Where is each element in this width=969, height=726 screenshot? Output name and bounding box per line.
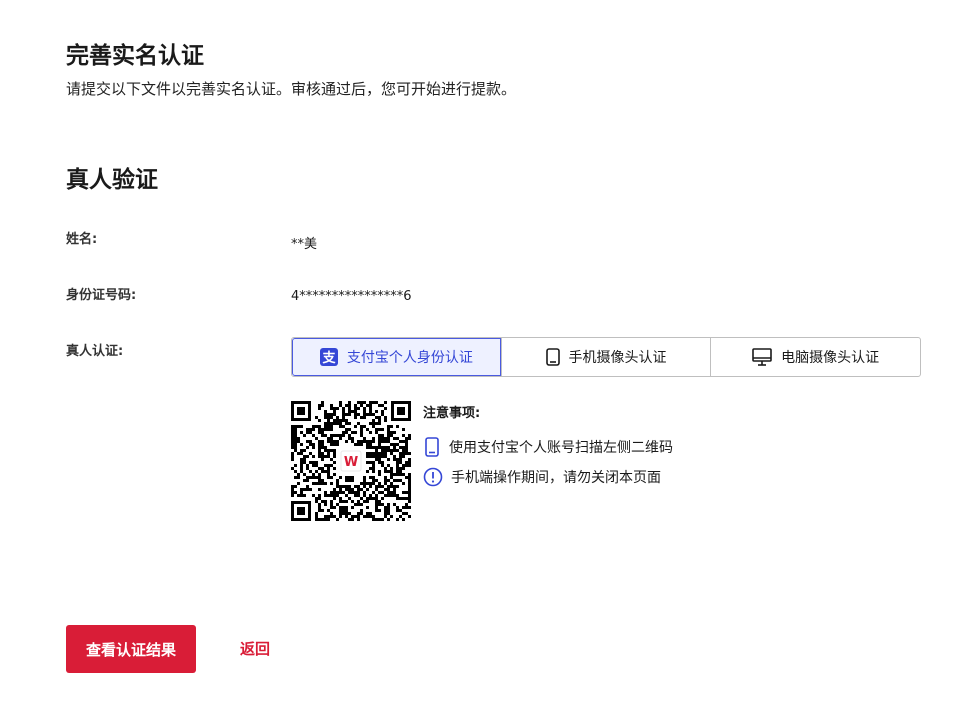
qr-finder-top-right — [391, 401, 411, 421]
svg-text:支: 支 — [321, 350, 336, 366]
verify-method-tabs: 支 支付宝个人身份认证 手机摄像头认证 电脑摄像头认证 — [291, 337, 921, 377]
note-item: 手机端操作期间，请勿关闭本页面 — [423, 467, 661, 487]
tab-phone-camera-verify[interactable]: 手机摄像头认证 — [500, 338, 711, 376]
verify-label: 真人认证: — [66, 344, 124, 359]
page-title: 完善实名认证 — [66, 43, 204, 69]
id-number-value: 4****************6 — [291, 289, 412, 304]
tab-label: 支付宝个人身份认证 — [346, 350, 473, 366]
name-label: 姓名: — [66, 232, 98, 247]
name-value: **美 — [291, 237, 318, 252]
qr-code: W — [291, 401, 411, 521]
back-link[interactable]: 返回 — [240, 638, 270, 659]
qr-logo: W — [344, 455, 358, 470]
alert-icon — [423, 467, 443, 487]
note-text: 手机端操作期间，请勿关闭本页面 — [451, 470, 661, 486]
tab-pc-camera-verify[interactable]: 电脑摄像头认证 — [710, 338, 920, 376]
section-title: 真人验证 — [66, 167, 158, 193]
phone-icon — [545, 348, 560, 366]
page-subtitle: 请提交以下文件以完善实名认证。审核通过后，您可开始进行提款。 — [66, 80, 517, 98]
note-item: 使用支付宝个人账号扫描左侧二维码 — [423, 437, 673, 457]
qr-finder-top-left — [291, 401, 311, 421]
id-number-label: 身份证号码: — [66, 288, 137, 303]
notes-title: 注意事项: — [423, 406, 481, 421]
alipay-icon: 支 — [319, 348, 338, 366]
monitor-icon — [752, 348, 772, 366]
phone-icon — [423, 437, 441, 457]
view-result-button[interactable]: 查看认证结果 — [66, 625, 196, 673]
tab-alipay-verify[interactable]: 支 支付宝个人身份认证 — [292, 338, 501, 376]
tab-label: 电脑摄像头认证 — [781, 350, 880, 366]
tab-label: 手机摄像头认证 — [568, 350, 667, 366]
note-text: 使用支付宝个人账号扫描左侧二维码 — [449, 440, 673, 456]
qr-finder-bottom-left — [291, 501, 311, 521]
